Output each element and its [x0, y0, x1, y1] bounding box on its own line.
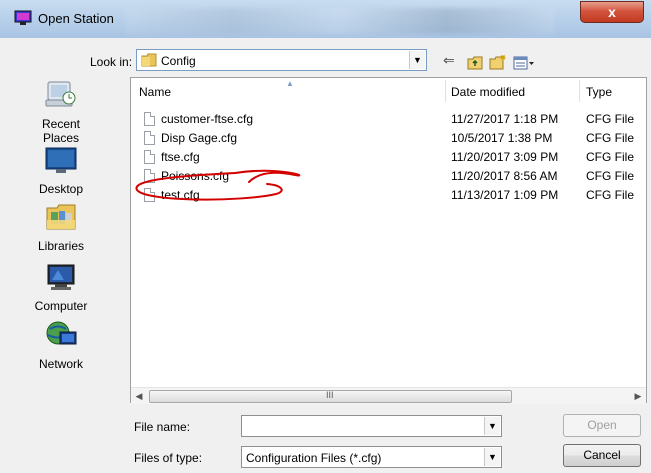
sort-ascending-icon: ▲: [286, 79, 294, 88]
chevron-down-icon[interactable]: ▼: [484, 448, 500, 466]
up-folder-icon[interactable]: [467, 53, 483, 73]
close-button[interactable]: x: [580, 1, 644, 23]
file-type: CFG File: [586, 150, 634, 164]
back-icon[interactable]: ⇐: [443, 50, 455, 70]
scrollbar-grip: III: [326, 390, 334, 400]
file-row[interactable]: ftse.cfg 11/20/2017 3:09 PM CFG File: [131, 148, 646, 166]
file-date: 10/5/2017 1:38 PM: [451, 131, 553, 145]
file-type: CFG File: [586, 169, 634, 183]
place-label: Libraries: [37, 239, 85, 253]
look-in-dropdown[interactable]: Config ▼: [136, 49, 427, 71]
window-title: Open Station: [38, 11, 114, 26]
scrollbar-thumb[interactable]: III: [149, 390, 512, 403]
blurred-background: [125, 8, 555, 34]
file-name: customer-ftse.cfg: [161, 112, 254, 126]
file-icon: [144, 150, 155, 164]
file-icon: [144, 169, 155, 183]
place-network[interactable]: Network: [26, 320, 96, 371]
place-label: Computer: [34, 299, 88, 313]
file-date: 11/20/2017 3:09 PM: [451, 150, 559, 164]
look-in-value: Config: [161, 54, 196, 68]
place-recent-places[interactable]: Recent Places: [26, 80, 96, 145]
file-row[interactable]: Poissons.cfg 11/20/2017 8:56 AM CFG File: [131, 167, 646, 185]
file-date: 11/27/2017 1:18 PM: [451, 112, 559, 126]
recent-places-icon: [45, 81, 76, 107]
computer-icon: [47, 264, 75, 290]
title-bar: Open Station x: [0, 0, 651, 38]
file-type-label: Files of type:: [134, 451, 203, 465]
place-label: Network: [38, 357, 83, 371]
file-type-value: Configuration Files (*.cfg): [246, 451, 382, 465]
file-name: Poissons.cfg: [161, 169, 230, 183]
file-row[interactable]: test.cfg 11/13/2017 1:09 PM CFG File: [131, 186, 646, 204]
horizontal-scrollbar[interactable]: ◀ III ▶: [131, 387, 646, 404]
scroll-right-icon[interactable]: ▶: [630, 388, 646, 404]
file-date: 11/20/2017 8:56 AM: [451, 169, 558, 183]
libraries-icon: [46, 204, 76, 230]
column-divider[interactable]: [445, 80, 446, 102]
place-desktop[interactable]: Desktop: [26, 145, 96, 196]
column-divider[interactable]: [579, 80, 580, 102]
column-header-date[interactable]: Date modified: [451, 78, 525, 104]
file-name: ftse.cfg: [161, 150, 200, 164]
file-name: test.cfg: [161, 188, 200, 202]
folder-icon: [141, 53, 157, 67]
file-name: Disp Gage.cfg: [161, 131, 238, 145]
file-list[interactable]: Name ▲ Date modified Type customer-ftse.…: [130, 77, 647, 403]
desktop-icon: [45, 147, 77, 173]
open-button[interactable]: Open: [563, 414, 641, 437]
chevron-down-icon[interactable]: ▼: [484, 417, 500, 435]
file-row[interactable]: Disp Gage.cfg 10/5/2017 1:38 PM CFG File: [131, 129, 646, 147]
station-app-icon: [14, 10, 32, 25]
file-name-input[interactable]: ▼: [241, 415, 502, 437]
file-row[interactable]: customer-ftse.cfg 11/27/2017 1:18 PM CFG…: [131, 110, 646, 128]
file-type-select[interactable]: Configuration Files (*.cfg) ▼: [241, 446, 502, 468]
file-date: 11/13/2017 1:09 PM: [451, 188, 559, 202]
new-folder-icon[interactable]: [489, 52, 507, 72]
view-menu-icon[interactable]: [513, 53, 535, 73]
file-name-label: File name:: [134, 420, 191, 434]
column-header-type[interactable]: Type: [586, 78, 612, 104]
place-computer[interactable]: Computer: [26, 262, 96, 313]
network-icon: [46, 321, 77, 345]
file-icon: [144, 188, 155, 202]
chevron-down-icon[interactable]: ▼: [409, 51, 425, 69]
place-label: Recent Places: [41, 117, 81, 145]
file-type: CFG File: [586, 112, 634, 126]
file-type: CFG File: [586, 188, 634, 202]
scroll-left-icon[interactable]: ◀: [131, 388, 147, 404]
file-type: CFG File: [586, 131, 634, 145]
look-in-label: Look in:: [90, 55, 133, 69]
column-header-name[interactable]: Name: [139, 78, 171, 104]
file-icon: [144, 112, 155, 126]
place-label: Desktop: [38, 182, 84, 196]
cancel-button[interactable]: Cancel: [563, 444, 641, 467]
file-icon: [144, 131, 155, 145]
place-libraries[interactable]: Libraries: [26, 202, 96, 253]
